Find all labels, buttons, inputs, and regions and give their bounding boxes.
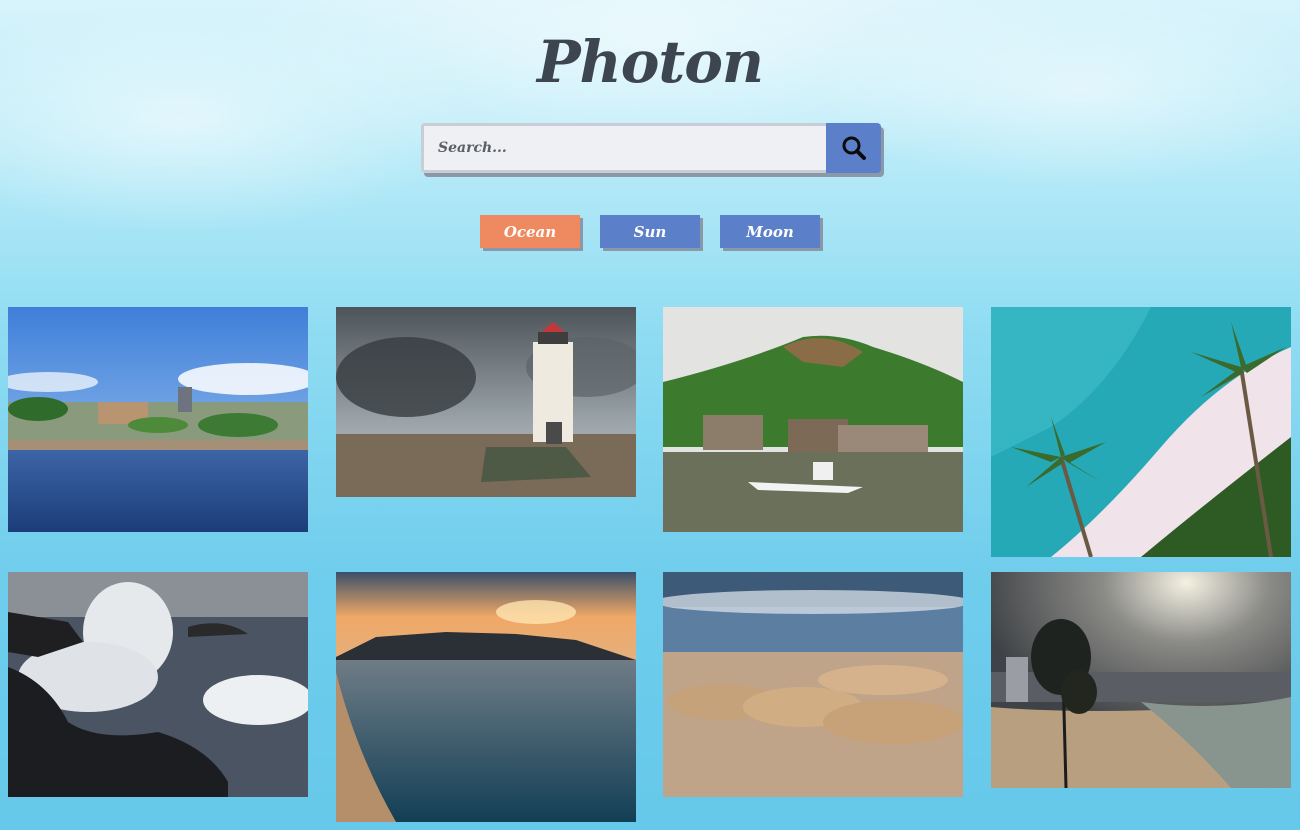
photo-palm-beach[interactable] [991, 307, 1291, 557]
photo-stilt-village[interactable] [663, 307, 963, 532]
tag-ocean-button[interactable]: Ocean [480, 215, 580, 248]
tag-filter-bar: Ocean Sun Moon [0, 215, 1300, 255]
tag-sun-button[interactable]: Sun [600, 215, 700, 248]
photo-sunset-bay[interactable] [336, 572, 636, 822]
tag-moon-button[interactable]: Moon [720, 215, 820, 248]
search-input[interactable] [421, 123, 827, 173]
search-bar [421, 123, 881, 173]
photo-storm-beach[interactable] [991, 572, 1291, 788]
photo-lighthouse[interactable] [336, 307, 636, 497]
photo-sea-lions[interactable] [663, 572, 963, 797]
header: Photon Ocean Sun Moon [0, 0, 1300, 300]
photo-harbor-city[interactable] [8, 307, 308, 532]
search-icon [842, 136, 866, 160]
search-button[interactable] [826, 123, 881, 173]
photo-crashing-waves[interactable] [8, 572, 308, 797]
app-logo[interactable]: Photon [0, 28, 1300, 96]
